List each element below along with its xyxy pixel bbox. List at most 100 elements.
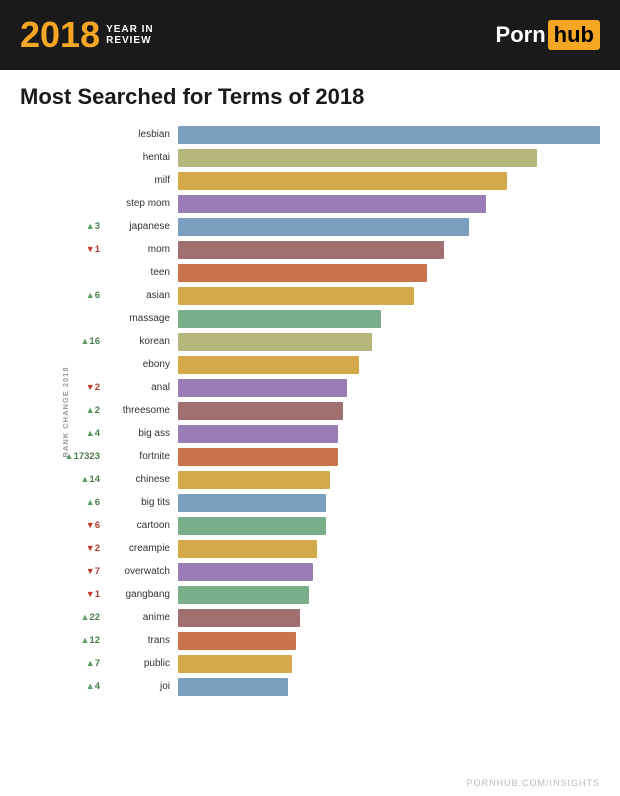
bar-row: ▲ 6big tits <box>38 492 600 513</box>
bar-row: teen <box>38 262 600 283</box>
bar-row: ▲ 12trans <box>38 630 600 651</box>
rank-change-value: ▲ 14 <box>38 474 106 485</box>
triangle-up-icon: ▲ <box>86 405 95 415</box>
bar-row: ▼ 7overwatch <box>38 561 600 582</box>
chart-area: RANK CHANGE 2018 lesbianhentaimilfstep m… <box>20 124 600 699</box>
triangle-down-icon: ▼ <box>86 589 95 599</box>
logo-hub: hub <box>548 20 600 50</box>
triangle-down-icon: ▼ <box>86 382 95 392</box>
bar-row: ▲ 17323fortnite <box>38 446 600 467</box>
bar <box>178 609 300 627</box>
bar <box>178 563 313 581</box>
bar-row: massage <box>38 308 600 329</box>
triangle-up-icon: ▲ <box>86 658 95 668</box>
bar-label: anime <box>106 612 178 623</box>
bar-row: ▲ 2threesome <box>38 400 600 421</box>
rank-change-value: ▲ 7 <box>38 658 106 669</box>
year-sub-line2: REVIEW <box>106 35 154 46</box>
bar-label: mom <box>106 244 178 255</box>
bar-row: ▲ 4joi <box>38 676 600 697</box>
rank-change-label: RANK CHANGE 2018 <box>61 366 70 457</box>
bar <box>178 241 444 259</box>
bar-container <box>178 379 600 397</box>
rank-change-value: ▲ 3 <box>38 221 106 232</box>
bar-label: ebony <box>106 359 178 370</box>
triangle-up-icon: ▲ <box>81 612 90 622</box>
triangle-down-icon: ▼ <box>86 566 95 576</box>
bar-container <box>178 425 600 443</box>
bar-container <box>178 471 600 489</box>
bar-row: ▲ 6asian <box>38 285 600 306</box>
bar-label: teen <box>106 267 178 278</box>
bar-label: anal <box>106 382 178 393</box>
bar <box>178 425 338 443</box>
bar-container <box>178 287 600 305</box>
rank-change-value: ▼ 2 <box>38 382 106 393</box>
rank-change-value: ▲ 4 <box>38 428 106 439</box>
bar-container <box>178 402 600 420</box>
bar-row: ▲ 22anime <box>38 607 600 628</box>
bar-row: lesbian <box>38 124 600 145</box>
bar-container <box>178 609 600 627</box>
bar <box>178 448 338 466</box>
bar <box>178 678 288 696</box>
triangle-down-icon: ▼ <box>86 520 95 530</box>
rank-change-value: ▲ 12 <box>38 635 106 646</box>
bar <box>178 540 317 558</box>
bar-label: trans <box>106 635 178 646</box>
rank-change-value: ▲ 16 <box>38 336 106 347</box>
rank-change-value: ▼ 1 <box>38 589 106 600</box>
bar-row: ▲ 4big ass <box>38 423 600 444</box>
triangle-up-icon: ▲ <box>86 221 95 231</box>
bar-container <box>178 126 600 144</box>
bar <box>178 494 326 512</box>
rank-change-value: ▼ 7 <box>38 566 106 577</box>
pornhub-logo: Porn hub <box>496 20 600 50</box>
bar <box>178 126 600 144</box>
bar-container <box>178 678 600 696</box>
bar <box>178 471 330 489</box>
bar-label: step mom <box>106 198 178 209</box>
main-content: Most Searched for Terms of 2018 RANK CHA… <box>0 70 620 709</box>
rank-change-value: ▼ 1 <box>38 244 106 255</box>
bar-row: ▼ 2anal <box>38 377 600 398</box>
bar-row: ▼ 2creampie <box>38 538 600 559</box>
triangle-up-icon: ▲ <box>86 681 95 691</box>
bar-container <box>178 494 600 512</box>
bar-container <box>178 540 600 558</box>
bar-label: massage <box>106 313 178 324</box>
bar-row: step mom <box>38 193 600 214</box>
rank-change-value: ▼ 2 <box>38 543 106 554</box>
bar-row: ▼ 1gangbang <box>38 584 600 605</box>
bar-row: ▲ 14chinese <box>38 469 600 490</box>
bar-container <box>178 655 600 673</box>
bar-row: ▲ 3japanese <box>38 216 600 237</box>
bar-container <box>178 563 600 581</box>
bar-label: cartoon <box>106 520 178 531</box>
logo-porn: Porn <box>496 22 546 48</box>
bar <box>178 632 296 650</box>
year-2018: 2018 <box>20 17 100 53</box>
bar-label: joi <box>106 681 178 692</box>
bar-label: public <box>106 658 178 669</box>
bar-label: gangbang <box>106 589 178 600</box>
rank-change-value: ▲ 6 <box>38 290 106 301</box>
bar-row: milf <box>38 170 600 191</box>
bars-area: lesbianhentaimilfstep mom▲ 3japanese▼ 1m… <box>38 124 600 699</box>
bar <box>178 586 309 604</box>
bar-container <box>178 356 600 374</box>
bar <box>178 402 343 420</box>
rank-change-axis: RANK CHANGE 2018 <box>20 124 38 699</box>
bar-label: korean <box>106 336 178 347</box>
bar-container <box>178 632 600 650</box>
bar-container <box>178 172 600 190</box>
triangle-down-icon: ▼ <box>86 543 95 553</box>
bar <box>178 287 414 305</box>
rank-change-value: ▲ 17323 <box>38 451 106 462</box>
rank-change-value: ▲ 4 <box>38 681 106 692</box>
bar-container <box>178 310 600 328</box>
bar-row: ▲ 16korean <box>38 331 600 352</box>
bar-container <box>178 241 600 259</box>
bar <box>178 655 292 673</box>
bar-container <box>178 586 600 604</box>
